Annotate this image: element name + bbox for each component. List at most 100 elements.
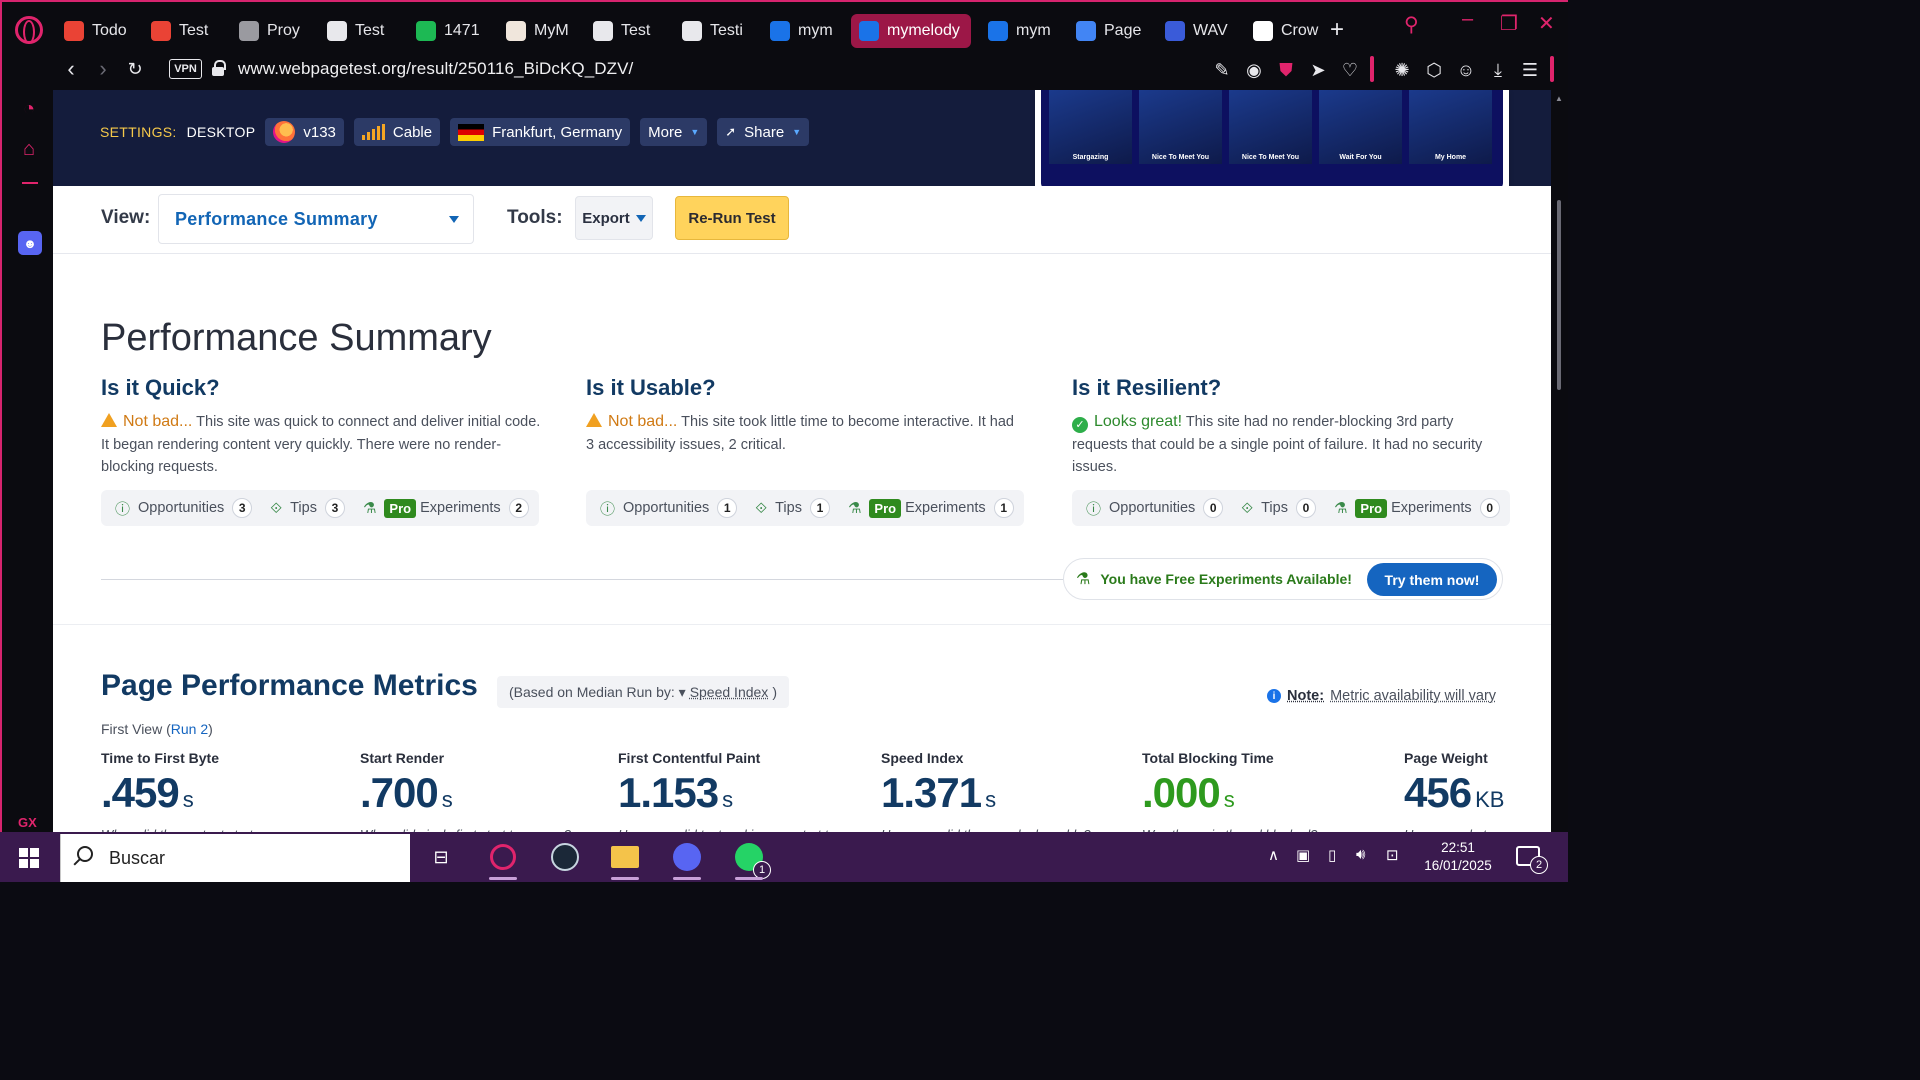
note-text[interactable]: Metric availability will vary	[1330, 688, 1496, 704]
browser-tab[interactable]: Crow	[1245, 14, 1325, 48]
tips-icon: ⟐	[1241, 499, 1254, 517]
page-scrollbar[interactable]: ▲	[1551, 90, 1568, 832]
tray-volume-icon[interactable]: 🔊︎	[1356, 846, 1365, 863]
metric-card: Start Render.700sWhen did pixels first s…	[360, 750, 600, 832]
location-pill[interactable]: Frankfurt, Germany	[450, 118, 631, 146]
send-icon[interactable]: ➤	[1306, 58, 1330, 82]
pro-badge: Pro	[1355, 498, 1388, 518]
browser-tab[interactable]: 1471	[408, 14, 490, 48]
lock-icon[interactable]	[212, 60, 226, 76]
filmstrip-frame[interactable]: My Home	[1409, 90, 1492, 164]
taskbar-search-box[interactable]: Buscar	[60, 834, 410, 882]
opera-gx-taskbar-icon[interactable]	[486, 840, 520, 880]
vpn-badge[interactable]: VPN	[169, 59, 202, 79]
browser-pill[interactable]: v133	[265, 118, 344, 146]
openai-icon	[682, 21, 702, 41]
tray-chevron-up-icon[interactable]: ∧	[1268, 846, 1279, 864]
tray-network-icon[interactable]: ⊡	[1386, 846, 1399, 864]
browser-tab[interactable]: Testi	[674, 14, 754, 48]
windows-start-icon[interactable]	[19, 848, 39, 868]
edit-icon[interactable]: ✎	[1210, 58, 1234, 82]
rerun-test-button[interactable]: Re-Run Test	[675, 196, 789, 240]
menu-icon[interactable]: ☰	[1518, 58, 1542, 82]
steam-icon[interactable]	[548, 840, 582, 874]
germany-flag-icon	[458, 123, 485, 141]
median-metric-link[interactable]: Speed Index	[690, 684, 769, 700]
adblock-shield-icon[interactable]: ⛊	[1274, 58, 1298, 82]
browser-tab[interactable]: WAV	[1157, 14, 1237, 48]
browser-tab[interactable]: Page	[1068, 14, 1148, 48]
tips-link[interactable]: Tips	[290, 500, 317, 516]
share-button[interactable]: ➚ Share ▼	[717, 118, 810, 146]
browser-tab[interactable]: Test	[585, 14, 665, 48]
profile-icon[interactable]: ☺	[1454, 58, 1478, 82]
export-label: Export	[582, 209, 630, 227]
task-view-icon[interactable]: ⊟	[424, 840, 458, 874]
experiments-link[interactable]: Experiments	[905, 500, 986, 516]
file-explorer-icon[interactable]	[608, 840, 642, 880]
discord-taskbar-icon[interactable]	[670, 840, 704, 880]
tray-monitor-icon[interactable]: ▣	[1296, 846, 1310, 864]
speed-dial-icon[interactable]: ◔	[16, 96, 42, 122]
taskbar-clock[interactable]: 22:51 16/01/2025	[1418, 839, 1498, 875]
experiments-count: 1	[993, 498, 1014, 518]
free-experiments-banner: ⚗ You have Free Experiments Available! T…	[1063, 558, 1503, 600]
filmstrip-frame[interactable]: Nice To Meet You	[1229, 90, 1312, 164]
new-tab-icon[interactable]: +	[1330, 16, 1344, 46]
opportunities-link[interactable]: Opportunities	[623, 500, 709, 516]
view-select[interactable]: Performance Summary	[158, 194, 474, 244]
close-window-icon[interactable]: ✕	[1538, 11, 1555, 41]
browser-tab[interactable]: mym	[762, 14, 842, 48]
opera-logo-icon[interactable]	[15, 16, 43, 44]
export-button[interactable]: Export	[575, 196, 653, 240]
whatsapp-icon[interactable]: 1	[732, 840, 771, 880]
browser-tab[interactable]: Proy	[231, 14, 311, 48]
gx-logo[interactable]: GX	[18, 815, 37, 830]
cube-icon[interactable]: ⬡	[1422, 58, 1446, 82]
filmstrip-frame[interactable]: Wait For You	[1319, 90, 1402, 164]
browser-tab[interactable]: mymelody	[851, 14, 971, 48]
experiments-link[interactable]: Experiments	[420, 500, 501, 516]
experiments-link[interactable]: Experiments	[1391, 500, 1472, 516]
filmstrip-frame[interactable]: Nice To Meet You	[1139, 90, 1222, 164]
reload-icon[interactable]: ↻	[122, 56, 148, 82]
bag-icon[interactable]: ⌂	[16, 136, 42, 162]
connection-pill[interactable]: Cable	[353, 118, 441, 146]
metric-card: Speed Index1.371sHow soon did the page l…	[881, 750, 1121, 832]
browser-tab[interactable]: Todo	[56, 14, 136, 48]
more-button[interactable]: More ▼	[640, 118, 708, 146]
tips-link[interactable]: Tips	[1261, 500, 1288, 516]
browser-tab[interactable]: mym	[980, 14, 1060, 48]
opportunities-link[interactable]: Opportunities	[1109, 500, 1195, 516]
heart-icon[interactable]: ♡	[1338, 58, 1362, 82]
discord-icon[interactable]: ☻	[18, 231, 42, 255]
metric-value-wrap: 456 KB	[1404, 770, 1551, 823]
maximize-icon[interactable]: ❐	[1500, 11, 1518, 41]
notification-center-icon[interactable]: 2	[1516, 846, 1548, 874]
browser-tab[interactable]: MyM	[498, 14, 578, 48]
minimize-icon[interactable]: –	[1462, 8, 1473, 38]
back-icon[interactable]: ‹	[58, 56, 84, 82]
forward-icon[interactable]: ›	[90, 56, 116, 82]
ai-icon[interactable]: ✺	[1390, 58, 1414, 82]
median-run-selector[interactable]: (Based on Median Run by: ▾ Speed Index )	[497, 676, 789, 708]
try-them-now-button[interactable]: Try them now!	[1367, 563, 1497, 596]
tray-battery-icon[interactable]: ▯	[1328, 846, 1336, 864]
verdict: Not bad...	[608, 413, 678, 430]
browser-tab[interactable]: Test	[319, 14, 399, 48]
tips-link[interactable]: Tips	[775, 500, 802, 516]
browser-tab[interactable]: Test	[143, 14, 223, 48]
info-icon: i	[1267, 689, 1281, 703]
scroll-up-icon[interactable]: ▲	[1555, 94, 1563, 103]
filmstrip-preview[interactable]: Stargazing Nice To Meet You Nice To Meet Y…	[1035, 90, 1509, 196]
search-tabs-icon[interactable]: ⚲	[1404, 12, 1419, 42]
url-field[interactable]: www.webpagetest.org/result/250116_BiDcKQ…	[238, 59, 633, 79]
metric-unit: s	[1223, 787, 1235, 812]
run-link[interactable]: Run 2	[171, 721, 208, 737]
camera-icon[interactable]: ◉	[1242, 58, 1266, 82]
scroll-thumb[interactable]	[1557, 200, 1561, 390]
opportunities-link[interactable]: Opportunities	[138, 500, 224, 516]
divider	[101, 579, 1063, 580]
filmstrip-frame[interactable]: Stargazing	[1049, 90, 1132, 164]
download-icon[interactable]: ⤓	[1486, 58, 1510, 82]
